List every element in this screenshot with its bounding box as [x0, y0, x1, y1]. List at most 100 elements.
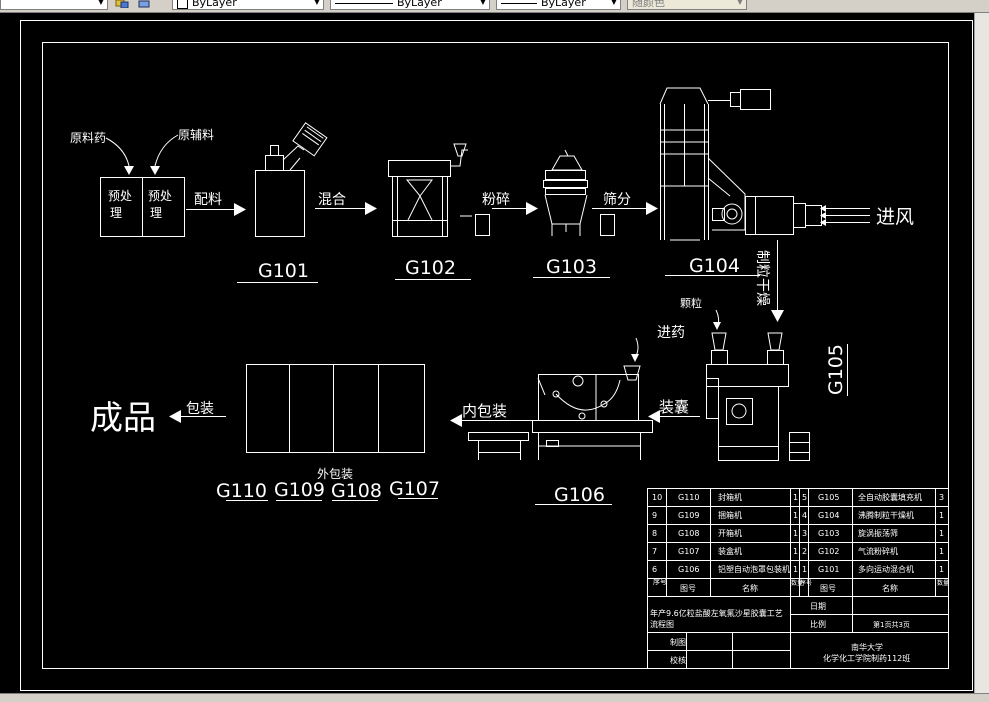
linetype-sample [335, 2, 393, 4]
parts-row-name: 多向运动混合机 [858, 564, 914, 574]
linetype-control-value: ByLayer [397, 0, 442, 9]
capsule-filler-g105-drawing [706, 309, 810, 461]
arrow-head-icon [820, 212, 826, 219]
parts-row-code: G102 [818, 547, 839, 556]
granules-label: 颗粒 [680, 296, 702, 310]
parts-row-name: 气流粉碎机 [858, 546, 898, 556]
parts-row-qty: 1 [793, 565, 798, 574]
linetype-control-dropdown[interactable]: ByLayer ▼ [330, 0, 490, 10]
equipment-code-g106: G106 [554, 484, 605, 506]
chevron-down-icon[interactable]: ▼ [96, 0, 106, 9]
pretreat-left-line2: 理 [110, 206, 122, 220]
parts-row-name: 沸腾制粒干燥机 [858, 510, 914, 520]
arrow-head-icon [169, 410, 181, 423]
layer-state-icon[interactable] [115, 0, 129, 8]
header-no-right: 序号 [800, 579, 812, 587]
header-qty-right: 数量 [937, 579, 949, 587]
granulation-drying-label: 制粒干燥 [754, 250, 770, 306]
parts-row-qty: 1 [939, 511, 944, 520]
pretreat-left-line1: 预处 [108, 189, 132, 203]
arrow-head-icon [234, 203, 246, 216]
chevron-down-icon[interactable]: ▼ [735, 0, 745, 9]
parts-row-code: G104 [818, 511, 839, 520]
lineweight-control-dropdown[interactable]: ByLayer ▼ [496, 0, 621, 10]
arrow-head-icon [365, 202, 377, 215]
parts-row-code: G110 [678, 493, 699, 502]
outer-packing-box [246, 364, 425, 453]
arrow-head-icon [646, 202, 658, 215]
parts-row-qty: 1 [793, 547, 798, 556]
project-title-line2: 流程图 [650, 619, 674, 629]
chevron-down-icon[interactable]: ▼ [312, 0, 322, 9]
parts-row-no: 5 [802, 493, 807, 502]
equipment-code-g105: G105 [825, 344, 847, 395]
project-title-line1: 年产9.6亿粒盐酸左氧氟沙星胶囊工艺 [650, 608, 783, 618]
parts-table-right: 5 G105 全自动胶囊填充机 3 4 G104 沸腾制粒干燥机 1 3 G103 旋涡振荡筛 1 2 G… [802, 492, 944, 574]
pretreat-right-line2: 理 [150, 206, 162, 220]
equipment-code-g102: G102 [405, 257, 456, 279]
parts-row-no: 6 [652, 565, 657, 574]
chevron-down-icon[interactable]: ▼ [478, 0, 488, 9]
vertical-scrollbar[interactable] [974, 13, 989, 693]
drawn-by-label: 制图 [670, 637, 686, 647]
fluid-bed-granulator-g104-drawing [659, 87, 822, 241]
equipment-code-g110: G110 [216, 480, 267, 502]
parts-row-code: G103 [818, 529, 839, 538]
product-label: 成品 [90, 398, 156, 437]
mixer-g101-drawing [255, 122, 328, 237]
arrow-head-icon [820, 205, 826, 212]
parts-row-qty: 1 [939, 565, 944, 574]
plot-style-dropdown[interactable]: 随颜色 ▼ [627, 0, 747, 10]
arrow-head-icon [150, 166, 160, 175]
equipment-code-g108: G108 [331, 480, 382, 502]
chevron-down-icon[interactable]: ▼ [609, 0, 619, 9]
parts-row-qty: 1 [793, 493, 798, 502]
parts-row-code: G106 [678, 565, 699, 574]
parts-row-name: 开箱机 [718, 528, 742, 538]
capsule-filling-label: 装囊 [659, 398, 689, 416]
equipment-code-g104: G104 [689, 255, 740, 277]
lineweight-control-value: ByLayer [541, 0, 586, 9]
parts-row-no: 10 [652, 493, 662, 502]
arrow-head-icon [450, 414, 462, 427]
pretreatment-unit [100, 134, 185, 237]
date-label: 日期 [810, 602, 826, 611]
layer-previous-icon[interactable] [138, 0, 152, 8]
parts-row-no: 8 [652, 529, 657, 538]
arrow-head-icon [631, 354, 639, 362]
parts-row-qty: 1 [793, 529, 798, 538]
parts-row-name: 捆箱机 [718, 510, 742, 520]
arrow-head-icon [526, 202, 538, 215]
header-no-left: 序号 [653, 577, 667, 586]
school-line2: 化学化工学院制药112班 [823, 653, 910, 663]
mixing-label: 混合 [318, 192, 346, 208]
horizontal-scrollbar[interactable] [0, 693, 989, 702]
scale-label: 比例 [810, 619, 826, 629]
parts-row-code: G109 [678, 511, 699, 520]
parts-row-name: 全自动胶囊填充机 [858, 492, 922, 502]
parts-row-no: 3 [802, 529, 807, 538]
color-control-dropdown[interactable]: ByLayer ▼ [172, 0, 324, 10]
parts-row-no: 2 [802, 547, 807, 556]
color-swatch [177, 0, 188, 9]
arrow-head-icon [713, 322, 721, 330]
crushing-label: 粉碎 [482, 192, 510, 208]
parts-row-code: G108 [678, 529, 699, 538]
parts-row-qty: 1 [793, 511, 798, 520]
lineweight-sample [501, 2, 537, 4]
jet-mill-g102-drawing [388, 143, 490, 237]
parts-row-name: 旋涡振荡筛 [858, 528, 898, 538]
equipment-code-g103: G103 [546, 256, 597, 278]
parts-row-no: 1 [802, 565, 807, 574]
equipment-code-g109: G109 [274, 479, 325, 501]
parts-row-code: G101 [818, 565, 839, 574]
sieving-label: 筛分 [603, 192, 631, 208]
air-inlet-label: 进风 [876, 206, 914, 228]
drawing-canvas[interactable]: 原料药 原辅料 预处 理 预处 理 配料 G101 混合 G102 粉碎 G10… [0, 13, 974, 693]
school-line1: 南华大学 [851, 642, 883, 652]
parts-row-name: 封箱机 [718, 492, 742, 502]
checked-by-label: 校核 [670, 655, 686, 665]
layer-dropdown[interactable]: ▼ [0, 0, 108, 10]
plot-style-value: 随颜色 [632, 0, 665, 9]
parts-row-no: 9 [652, 511, 657, 520]
